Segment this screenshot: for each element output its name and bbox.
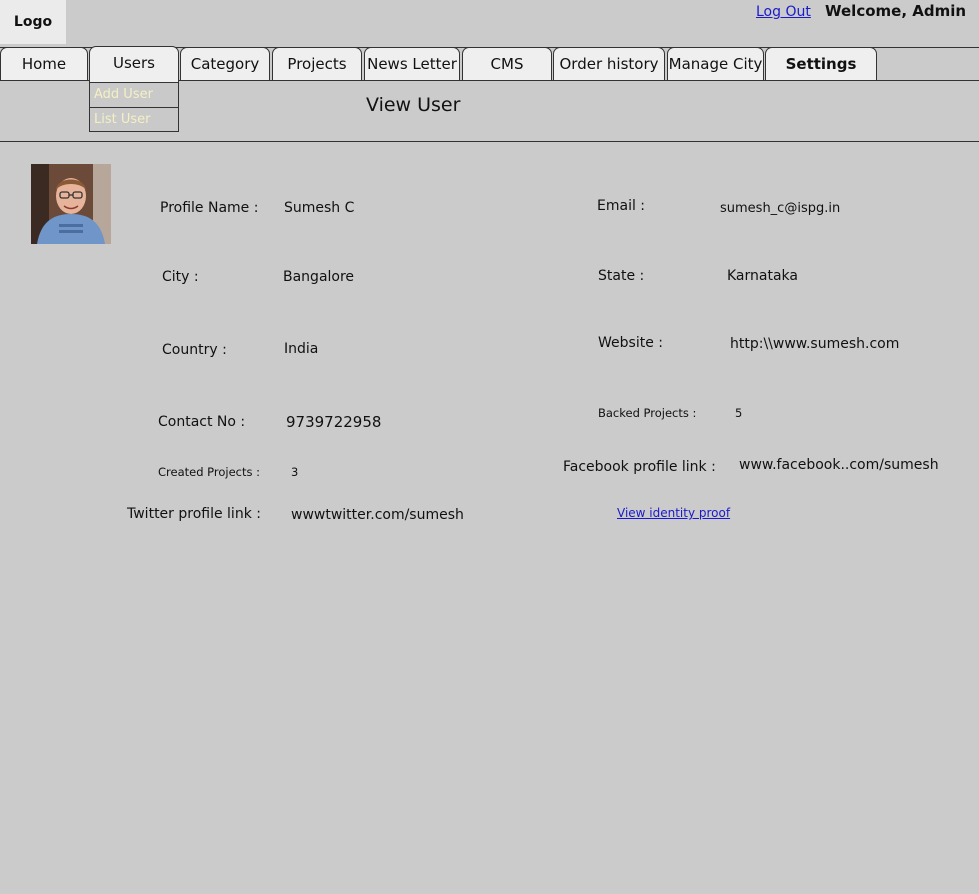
tab-cms[interactable]: CMS [462, 47, 552, 80]
submenu-list-user[interactable]: List User [90, 108, 178, 132]
facebook-value: www.facebook..com/sumesh [739, 457, 939, 473]
tab-settings[interactable]: Settings [765, 47, 877, 80]
profile-name-label: Profile Name : [160, 200, 259, 216]
welcome-text: Welcome, Admin [825, 2, 967, 20]
logo: Logo [0, 0, 66, 44]
facebook-label: Facebook profile link : [563, 459, 716, 475]
avatar [31, 164, 111, 244]
city-value: Bangalore [283, 269, 355, 285]
contact-value: 9739722958 [286, 413, 382, 431]
email-label: Email : [597, 198, 646, 214]
logout-link[interactable]: Log Out [756, 4, 811, 20]
tab-users[interactable]: Users [89, 46, 179, 82]
tab-projects[interactable]: Projects [272, 47, 362, 80]
website-value: http:\\www.sumesh.com [730, 336, 900, 352]
tab-news-letter[interactable]: News Letter [364, 47, 460, 80]
twitter-label: Twitter profile link : [127, 506, 261, 522]
state-label: State : [598, 268, 645, 284]
profile-name-value: Sumesh C [284, 200, 355, 216]
state-value: Karnataka [727, 268, 798, 284]
country-label: Country : [162, 342, 227, 358]
twitter-value: wwwtwitter.com/sumesh [291, 507, 464, 523]
city-label: City : [162, 269, 199, 285]
tab-category[interactable]: Category [180, 47, 270, 80]
created-projects-value: 3 [291, 465, 299, 479]
website-label: Website : [598, 335, 663, 351]
created-projects-label: Created Projects : [158, 465, 261, 479]
users-submenu: Add User List User [89, 82, 179, 132]
tab-home[interactable]: Home [0, 47, 88, 80]
country-value: India [284, 341, 319, 357]
backed-projects-label: Backed Projects : [598, 406, 697, 420]
view-identity-proof-link[interactable]: View identity proof [617, 506, 730, 520]
backed-projects-value: 5 [735, 406, 743, 420]
section-divider [0, 141, 979, 142]
contact-label: Contact No : [158, 414, 246, 430]
submenu-add-user[interactable]: Add User [90, 83, 178, 108]
email-value: sumesh_c@ispg.in [720, 201, 841, 216]
page-title: View User [366, 94, 461, 116]
tab-manage-city[interactable]: Manage City [667, 47, 764, 80]
tab-order-history[interactable]: Order history [553, 47, 665, 80]
